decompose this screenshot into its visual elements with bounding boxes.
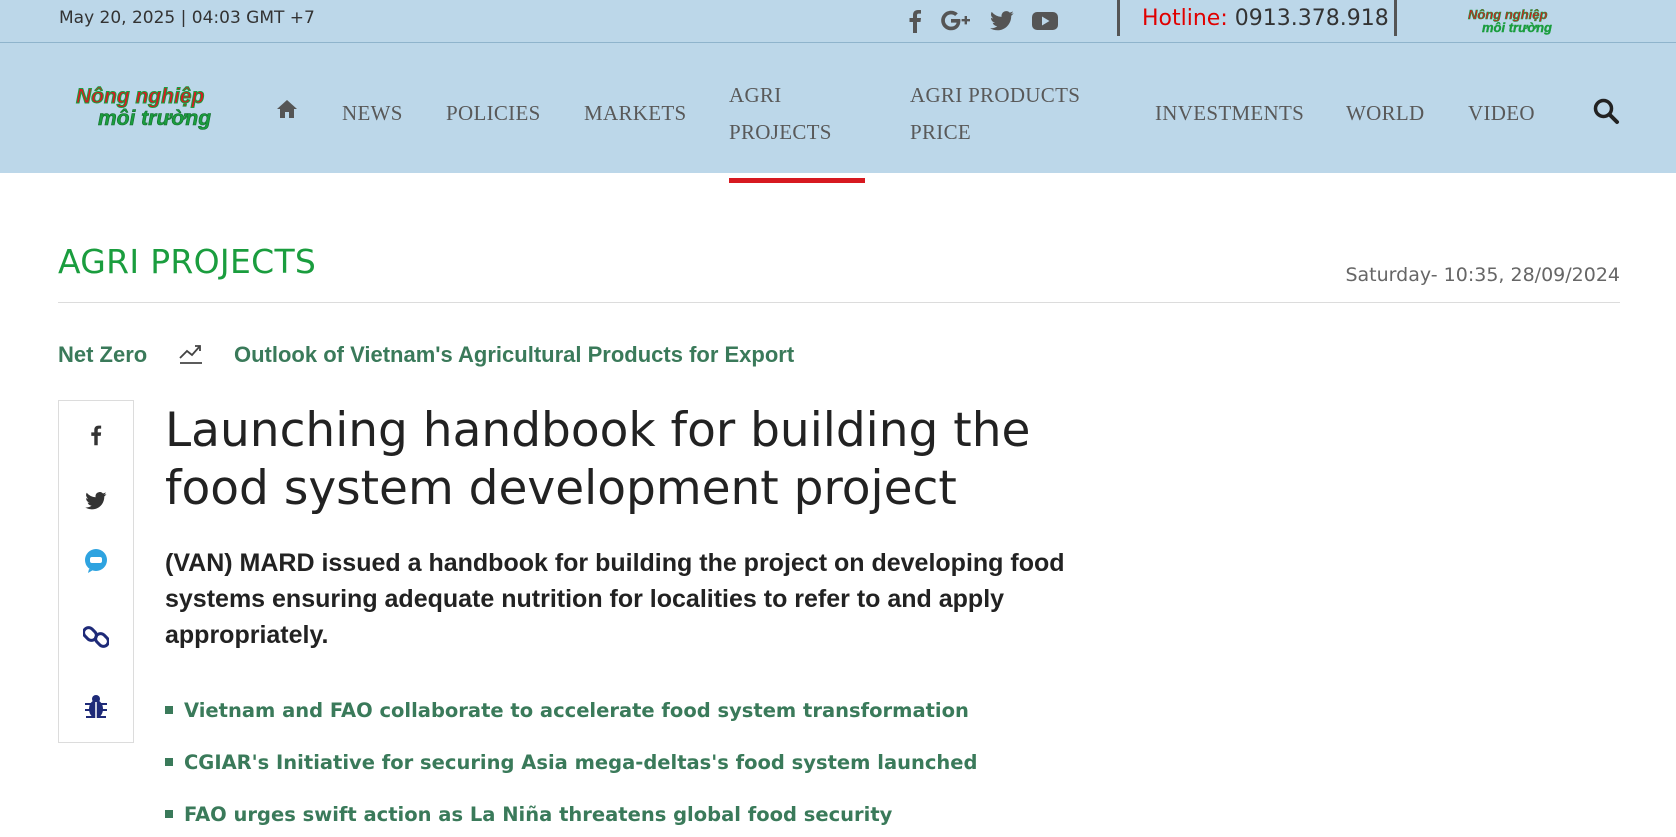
divider <box>58 302 1620 303</box>
hotline: Hotline: 0913.378.918 <box>1142 6 1389 31</box>
mini-logo-text-2: môi trường <box>1482 20 1552 35</box>
twitter-icon <box>85 492 107 510</box>
nav-item-agri-products-price[interactable]: AGRI PRODUCTS PRICE <box>910 77 1080 151</box>
main-nav: Nông nghiệp môi trường NEWS POLICIES MAR… <box>0 43 1676 183</box>
nav-item-label: AGRI <box>729 83 782 107</box>
youtube-icon[interactable] <box>1032 11 1058 31</box>
tag-export-outlook[interactable]: Outlook of Vietnam's Agricultural Produc… <box>234 342 794 368</box>
link-icon <box>83 626 109 648</box>
logo-text-2: môi trường <box>98 107 211 130</box>
nav-item-markets[interactable]: MARKETS <box>584 95 686 132</box>
nav-item-policies[interactable]: POLICIES <box>446 95 541 132</box>
related-articles: Vietnam and FAO collaborate to accelerat… <box>165 686 1105 837</box>
share-zalo-button[interactable] <box>82 547 110 575</box>
facebook-icon[interactable] <box>908 9 922 33</box>
nav-item-label: PROJECTS <box>729 120 832 144</box>
logo-text-1: Nông nghiệp <box>76 85 204 108</box>
nav-item-label: PRICE <box>910 120 972 144</box>
nav-item-video[interactable]: VIDEO <box>1468 95 1535 132</box>
share-facebook-button[interactable] <box>82 421 110 449</box>
nav-item-investments[interactable]: INVESTMENTS <box>1155 95 1304 132</box>
trending-icon <box>179 345 202 364</box>
nav-item-label: AGRI PRODUCTS <box>910 83 1081 107</box>
category-title[interactable]: AGRI PROJECTS <box>58 242 316 281</box>
hotline-number[interactable]: 0913.378.918 <box>1235 6 1389 31</box>
report-bug-button[interactable] <box>82 693 110 721</box>
zalo-icon <box>85 549 107 573</box>
bug-icon <box>85 695 107 718</box>
social-links <box>908 6 1058 36</box>
related-article-link[interactable]: Vietnam and FAO collaborate to accelerat… <box>165 686 1105 738</box>
nav-item-world[interactable]: WORLD <box>1346 95 1425 132</box>
related-article-link[interactable]: FAO urges swift action as La Niña threat… <box>165 790 1105 837</box>
tag-net-zero[interactable]: Net Zero <box>58 342 147 368</box>
home-icon[interactable] <box>276 99 298 119</box>
share-sidebar <box>58 400 134 743</box>
article-summary: (VAN) MARD issued a handbook for buildin… <box>165 549 1065 649</box>
article-headline: Launching handbook for building the food… <box>165 403 1031 516</box>
share-twitter-button[interactable] <box>82 487 110 515</box>
twitter-icon[interactable] <box>990 11 1014 31</box>
top-divider <box>1394 0 1397 36</box>
google-plus-icon[interactable] <box>940 10 972 32</box>
facebook-icon <box>91 425 102 446</box>
current-date: May 20, 2025 | 04:03 GMT +7 <box>59 8 315 28</box>
brand-mini-logo[interactable]: Nông nghiệp môi trường <box>1464 6 1574 36</box>
hotline-label: Hotline: <box>1142 6 1228 31</box>
copy-link-button[interactable] <box>82 623 110 651</box>
related-article-link[interactable]: CGIAR's Initiative for securing Asia meg… <box>165 738 1105 790</box>
publish-date: Saturday- 10:35, 28/09/2024 <box>1345 264 1620 286</box>
top-divider <box>1117 0 1120 36</box>
top-bar: May 20, 2025 | 04:03 GMT +7 Hotline: 091… <box>0 0 1676 43</box>
nav-item-news[interactable]: NEWS <box>342 95 403 132</box>
nav-item-agri-projects[interactable]: AGRI PROJECTS <box>729 77 865 183</box>
site-logo[interactable]: Nông nghiệp môi trường <box>74 83 240 133</box>
search-icon[interactable] <box>1592 97 1620 125</box>
